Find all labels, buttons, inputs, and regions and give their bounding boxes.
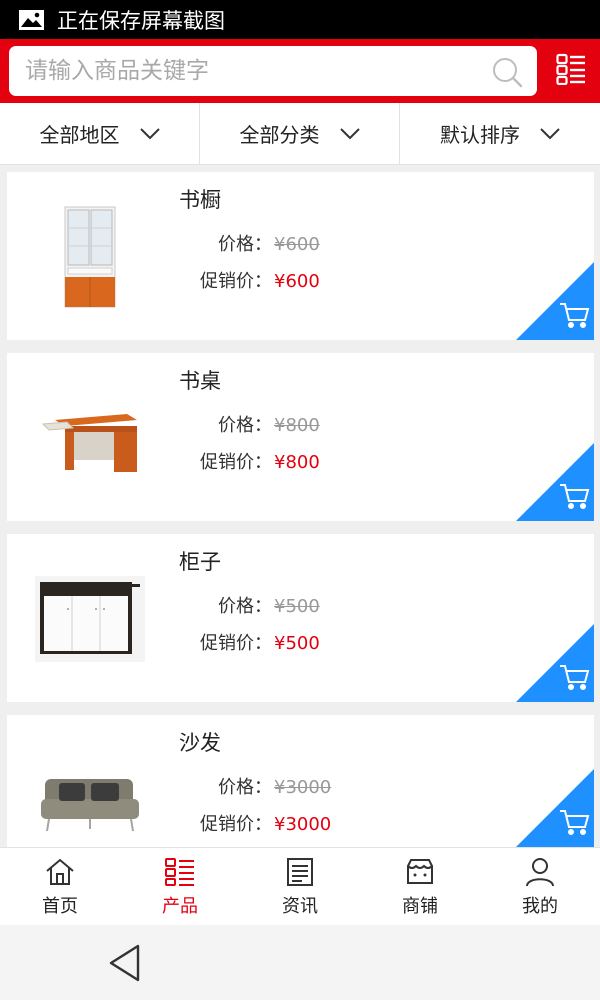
product-name[interactable]: 沙发 — [179, 727, 221, 757]
nav-mine[interactable]: 我的 — [480, 848, 600, 925]
user-icon — [526, 857, 554, 886]
home-icon — [46, 858, 74, 885]
product-image-cabinet[interactable] — [27, 554, 152, 684]
product-image-bookcase[interactable] — [27, 192, 152, 322]
nav-label: 商铺 — [402, 895, 438, 917]
price-row: 价格： ¥600 — [197, 230, 320, 256]
price-label: 价格： — [218, 777, 272, 798]
price-row: 价格： ¥500 — [197, 592, 320, 618]
nav-shop[interactable]: 商铺 — [360, 848, 480, 925]
product-card[interactable]: 书橱 价格： ¥600 促销价： ¥600 — [7, 172, 594, 340]
search-box — [9, 46, 537, 96]
search-icon[interactable] — [491, 56, 523, 88]
sale-price: ¥600 — [274, 271, 320, 292]
filter-sort[interactable]: 默认排序 — [400, 103, 600, 164]
price-label: 价格： — [218, 415, 272, 436]
system-nav-bar — [0, 925, 600, 1000]
add-to-cart-button[interactable] — [516, 443, 594, 521]
sale-label: 促销价： — [200, 633, 272, 654]
filter-label: 默认排序 — [440, 123, 520, 147]
price-row: 价格： ¥800 — [197, 411, 320, 437]
sale-row: 促销价： ¥3000 — [197, 810, 331, 836]
status-bar: 正在保存屏幕截图 — [0, 0, 600, 39]
status-text: 正在保存屏幕截图 — [57, 8, 225, 33]
sale-row: 促销价： ¥600 — [197, 267, 320, 293]
sale-row: 促销价： ¥800 — [197, 448, 320, 474]
original-price: ¥3000 — [274, 777, 332, 798]
product-name[interactable]: 柜子 — [179, 546, 221, 576]
filter-category[interactable]: 全部分类 — [200, 103, 400, 164]
add-to-cart-button[interactable] — [516, 769, 594, 847]
nav-products[interactable]: 产品 — [120, 848, 240, 925]
nav-news[interactable]: 资讯 — [240, 848, 360, 925]
sale-price: ¥3000 — [274, 814, 332, 835]
product-card[interactable]: 沙发 价格： ¥3000 促销价： ¥3000 — [7, 715, 594, 847]
original-price: ¥800 — [274, 415, 320, 436]
product-list-icon — [165, 857, 194, 886]
chevron-down-icon — [139, 127, 160, 139]
product-card[interactable]: 柜子 价格： ¥500 促销价： ¥500 — [7, 534, 594, 702]
product-name[interactable]: 书桌 — [179, 365, 221, 395]
product-image-desk[interactable] — [27, 373, 152, 503]
sale-label: 促销价： — [200, 452, 272, 473]
header-bar — [0, 39, 600, 103]
news-icon — [287, 857, 313, 886]
image-icon — [19, 9, 44, 30]
price-label: 价格： — [218, 596, 272, 617]
sale-price: ¥500 — [274, 633, 320, 654]
price-label: 价格： — [218, 234, 272, 255]
filter-region[interactable]: 全部地区 — [0, 103, 200, 164]
search-input[interactable] — [25, 46, 485, 96]
bottom-nav: 首页 产品 资讯 商铺 我的 — [0, 847, 600, 925]
original-price: ¥600 — [274, 234, 320, 255]
price-row: 价格： ¥3000 — [197, 773, 331, 799]
original-price: ¥500 — [274, 596, 320, 617]
filter-label: 全部地区 — [39, 123, 120, 147]
sale-label: 促销价： — [200, 814, 272, 835]
chevron-down-icon — [540, 127, 560, 139]
product-list: 书橱 价格： ¥600 促销价： ¥600 书桌 价格： ¥800 促销价： ¥… — [0, 165, 600, 847]
shop-icon — [407, 858, 433, 884]
add-to-cart-button[interactable] — [516, 262, 594, 340]
grid-menu-icon[interactable] — [556, 53, 586, 85]
nav-label: 资讯 — [282, 895, 318, 917]
nav-label: 产品 — [162, 895, 198, 917]
product-image-sofa[interactable] — [27, 735, 152, 847]
chevron-down-icon — [339, 127, 360, 139]
product-card[interactable]: 书桌 价格： ¥800 促销价： ¥800 — [7, 353, 594, 521]
sale-label: 促销价： — [200, 271, 272, 292]
back-icon[interactable] — [108, 944, 142, 982]
nav-label: 我的 — [522, 895, 558, 917]
product-name[interactable]: 书橱 — [179, 184, 221, 214]
sale-price: ¥800 — [274, 452, 320, 473]
nav-home[interactable]: 首页 — [0, 848, 120, 925]
nav-label: 首页 — [42, 895, 78, 917]
filter-bar: 全部地区 全部分类 默认排序 — [0, 103, 600, 165]
filter-label: 全部分类 — [239, 123, 320, 147]
add-to-cart-button[interactable] — [516, 624, 594, 702]
sale-row: 促销价： ¥500 — [197, 629, 320, 655]
